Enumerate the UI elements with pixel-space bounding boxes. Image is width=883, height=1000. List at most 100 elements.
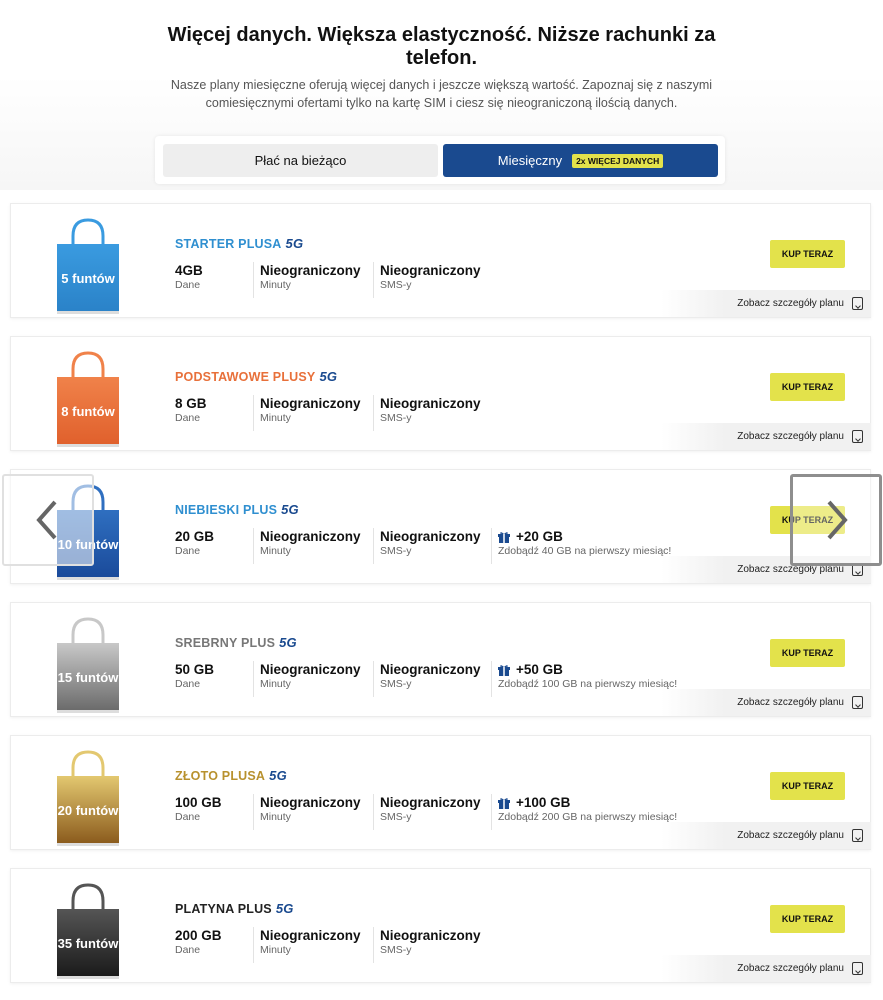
data-label: Dane (175, 678, 201, 690)
data-value: 50 GB (175, 662, 215, 677)
data-allowance: 100 GB Dane (169, 794, 253, 830)
bonus-value: +20 GB (516, 529, 563, 544)
plan-price: 5 funtów (61, 271, 115, 286)
plan-price: 15 funtów (57, 670, 119, 685)
plan-name: SREBRNY PLUS 5G (175, 635, 297, 650)
sms-allowance: Nieograniczony SMS-y (373, 262, 491, 298)
sms-label: SMS-y (380, 811, 412, 823)
plan-details-link[interactable]: Zobacz szczegóły planu (661, 955, 871, 982)
page-subtitle: Nasze plany miesięczne oferują więcej da… (170, 78, 713, 110)
plan-name: PODSTAWOWE PLUSY 5G (175, 369, 337, 384)
plan-details-label: Zobacz szczegóły planu (737, 431, 844, 442)
plan-details-link[interactable]: Zobacz szczegóły planu (661, 423, 871, 450)
monthly-tab-label: Miesięczny (497, 153, 563, 168)
minutes-allowance: Nieograniczony Minuty (253, 395, 373, 431)
minutes-value: Nieograniczony (260, 529, 361, 544)
buy-now-button[interactable]: KUP TERAZ (770, 639, 845, 667)
payg-tab[interactable]: Płać na bieżąco (163, 144, 438, 177)
minutes-value: Nieograniczony (260, 795, 361, 810)
bonus-value: +50 GB (516, 662, 563, 677)
sms-label: SMS-y (380, 678, 412, 690)
document-icon (852, 829, 863, 842)
5g-badge: 5G (275, 901, 294, 916)
minutes-label: Minuty (260, 944, 291, 956)
minutes-label: Minuty (260, 678, 291, 690)
5g-badge: 5G (269, 768, 287, 783)
plan-card: 8 funtów PODSTAWOWE PLUSY 5G 8 GB Dane Ni… (10, 336, 871, 451)
sms-allowance: Nieograniczony SMS-y (373, 794, 491, 830)
shopping-bag-icon: 5 funtów (53, 218, 123, 316)
minutes-label: Minuty (260, 811, 291, 823)
plan-name-text: NIEBIESKI PLUS (175, 503, 278, 517)
5g-badge: 5G (319, 369, 338, 384)
data-value: 8 GB (175, 396, 207, 411)
data-label: Dane (175, 811, 201, 823)
gift-icon (498, 531, 510, 543)
payg-tab-label: Płać na bieżąco (254, 153, 347, 168)
data-allowance: 4GB Dane (169, 262, 253, 298)
plan-name: STARTER PLUSA 5G (175, 236, 303, 251)
carousel-prev-button[interactable] (2, 474, 94, 566)
shopping-bag-icon: 15 funtów (53, 617, 123, 715)
minutes-label: Minuty (260, 279, 291, 291)
sms-value: Nieograniczony (380, 795, 481, 810)
data-label: Dane (175, 412, 201, 424)
data-allowance: 8 GB Dane (169, 395, 253, 431)
plan-name-text: SREBRNY PLUS (175, 636, 276, 650)
plan-name-text: ZŁOTO PLUSA (175, 769, 266, 783)
page-headline: Więcej danych. Większa elastyczność. Niż… (167, 24, 716, 69)
plan-name: ZŁOTO PLUSA 5G (175, 768, 287, 783)
data-allowance: 200 GB Dane (169, 927, 253, 963)
data-value: 200 GB (175, 928, 222, 943)
plan-name-text: PLATYNA PLUS (175, 902, 272, 916)
5g-badge: 5G (285, 236, 304, 251)
plan-price: 8 funtów (61, 404, 115, 419)
document-icon (852, 297, 863, 310)
gift-icon (498, 664, 510, 676)
plan-name-text: PODSTAWOWE PLUSY (175, 370, 316, 384)
plan-details-label: Zobacz szczegóły planu (737, 298, 844, 309)
minutes-label: Minuty (260, 412, 291, 424)
buy-now-button[interactable]: KUP TERAZ (770, 373, 845, 401)
plan-details-link[interactable]: Zobacz szczegóły planu (661, 290, 871, 317)
plan-name: PLATYNA PLUS 5G (175, 901, 294, 916)
minutes-value: Nieograniczony (260, 396, 361, 411)
gift-icon (498, 797, 510, 809)
minutes-value: Nieograniczony (260, 928, 361, 943)
plan-details-link[interactable]: Zobacz szczegóły planu (661, 822, 871, 849)
plan-details-label: Zobacz szczegóły planu (737, 697, 844, 708)
data-allowance: 50 GB Dane (169, 661, 253, 697)
minutes-value: Nieograniczony (260, 263, 361, 278)
plan-card: 15 funtów SREBRNY PLUS 5G 50 GB Dane Nieo… (10, 602, 871, 717)
carousel-next-button[interactable] (790, 474, 882, 566)
data-value: 100 GB (175, 795, 222, 810)
data-label: Dane (175, 944, 201, 956)
plan-details-label: Zobacz szczegóły planu (737, 963, 844, 974)
document-icon (852, 962, 863, 975)
buy-now-button[interactable]: KUP TERAZ (770, 240, 845, 268)
minutes-allowance: Nieograniczony Minuty (253, 262, 373, 298)
minutes-value: Nieograniczony (260, 662, 361, 677)
plan-details-link[interactable]: Zobacz szczegóły planu (661, 689, 871, 716)
minutes-allowance: Nieograniczony Minuty (253, 661, 373, 697)
plan-price: 35 funtów (57, 936, 119, 951)
buy-now-button[interactable]: KUP TERAZ (770, 905, 845, 933)
shopping-bag-icon: 20 funtów (53, 750, 123, 848)
sms-label: SMS-y (380, 279, 412, 291)
sms-value: Nieograniczony (380, 263, 481, 278)
plan-card: 20 funtów ZŁOTO PLUSA 5G 100 GB Dane Nieo… (10, 735, 871, 850)
plan-card: 5 funtów STARTER PLUSA 5G 4GB Dane Nieogr… (10, 203, 871, 318)
bonus-value: +100 GB (516, 795, 571, 810)
monthly-tab[interactable]: Miesięczny 2x WIĘCEJ DANYCH (443, 144, 718, 177)
chevron-left-icon (36, 500, 57, 540)
data-value: 20 GB (175, 529, 215, 544)
minutes-allowance: Nieograniczony Minuty (253, 794, 373, 830)
buy-now-button[interactable]: KUP TERAZ (770, 772, 845, 800)
plan-name: NIEBIESKI PLUS 5G (175, 502, 299, 517)
sms-allowance: Nieograniczony SMS-y (373, 661, 491, 697)
sms-label: SMS-y (380, 545, 412, 557)
data-allowance: 20 GB Dane (169, 528, 253, 564)
5g-badge: 5G (281, 502, 299, 517)
chevron-right-icon (827, 500, 848, 540)
plan-card: 10 funtów NIEBIESKI PLUS5G 20 GB Dane Ni… (10, 469, 871, 584)
